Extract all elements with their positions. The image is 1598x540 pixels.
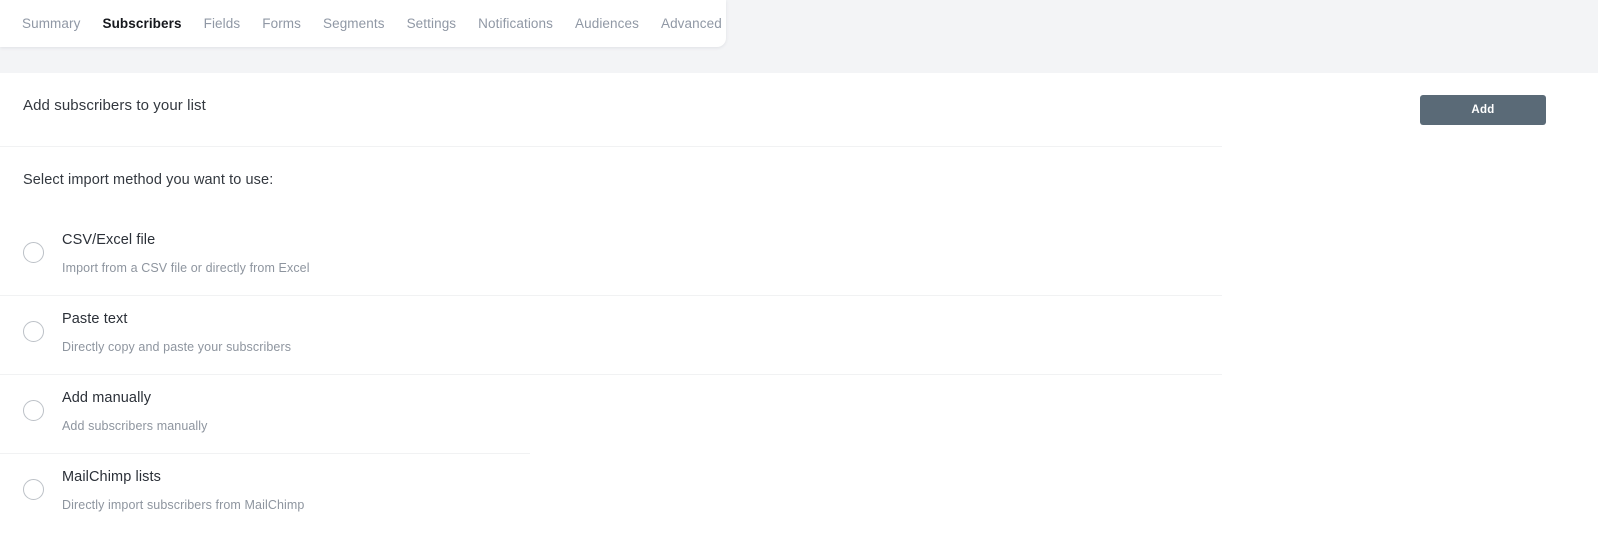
add-button[interactable]: Add [1420,95,1546,125]
import-option-description: Add subscribers manually [62,419,208,433]
import-option-label: Paste text [62,311,128,327]
import-option-text: MailChimp lists Directly import subscribe… [62,467,304,514]
import-option-description: Directly import subscribers from MailChi… [62,498,305,512]
radio-button-icon[interactable] [23,321,44,342]
import-option-text: CSV/Excel file Import from a CSV file or … [62,230,310,277]
tab-segments[interactable]: Segments [323,0,385,47]
page-header: Add subscribers to your list [0,73,1598,140]
tab-forms[interactable]: Forms [262,0,301,47]
radio-button-icon[interactable] [23,479,44,500]
tab-notifications[interactable]: Notifications [478,0,553,47]
header-divider [0,146,1222,147]
import-option-label: CSV/Excel file [62,232,156,248]
tab-settings[interactable]: Settings [407,0,457,47]
import-option-row[interactable]: MailChimp lists Directly import subscribe… [0,454,1598,533]
import-option-text: Paste text Directly copy and paste your s… [62,309,291,356]
radio-button-icon[interactable] [23,400,44,421]
import-option-label: Add manually [62,390,152,406]
import-method-option-list: CSV/Excel file Import from a CSV file or … [0,217,1598,533]
page-title: Add subscribers to your list [23,97,206,114]
radio-button-icon[interactable] [23,242,44,263]
import-option-description: Import from a CSV file or directly from … [62,261,310,275]
import-option-row[interactable]: Paste text Directly copy and paste your s… [0,296,1598,375]
import-option-row[interactable]: CSV/Excel file Import from a CSV file or … [0,217,1598,296]
tab-summary[interactable]: Summary [22,0,80,47]
tab-bar: Summary Subscribers Fields Forms Segments Set… [0,0,726,47]
tab-advanced[interactable]: Advanced [661,0,722,47]
import-option-text: Add manually Add subscribers manually [62,388,208,435]
import-option-description: Directly copy and paste your subscribers [62,340,292,354]
import-option-label: MailChimp lists [62,469,161,485]
import-option-row[interactable]: Add manually Add subscribers manually [0,375,1598,454]
import-method-prompt: Select import method you want to use: [23,172,274,188]
tab-fields[interactable]: Fields [204,0,241,47]
top-background-band: Summary Subscribers Fields Forms Segments Set… [0,0,1598,73]
tab-audiences[interactable]: Audiences [575,0,639,47]
tab-subscribers[interactable]: Subscribers [102,0,181,47]
